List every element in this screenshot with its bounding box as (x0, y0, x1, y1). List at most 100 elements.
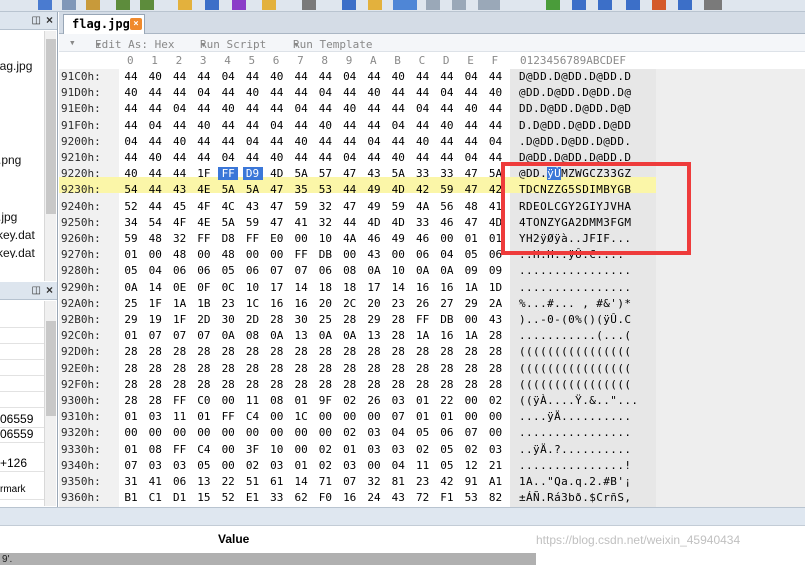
hex-byte[interactable]: 1F (170, 313, 190, 326)
hex-byte[interactable]: 48 (461, 200, 481, 213)
hex-byte[interactable]: 44 (170, 151, 190, 164)
hex-byte[interactable]: 04 (315, 86, 335, 99)
hex-byte[interactable]: 28 (194, 378, 214, 391)
hex-byte[interactable]: 33 (413, 167, 433, 180)
hex-byte[interactable]: A1 (486, 475, 506, 488)
hex-byte[interactable]: 28 (461, 378, 481, 391)
hex-byte[interactable]: 00 (267, 410, 287, 423)
hex-byte[interactable]: 44 (315, 151, 335, 164)
hex-byte[interactable]: 53 (315, 183, 335, 196)
hex-byte[interactable]: 00 (388, 248, 408, 261)
hex-byte[interactable]: 00 (243, 426, 263, 439)
hex-byte[interactable]: 28 (315, 345, 335, 358)
hex-byte[interactable]: 2D (243, 313, 263, 326)
hex-byte[interactable]: C0 (194, 394, 214, 407)
hex-byte[interactable]: 44 (194, 151, 214, 164)
ascii-text[interactable]: 1A.."Qa.q.2.#B'¡ (519, 475, 659, 488)
hex-byte[interactable]: 28 (486, 329, 506, 342)
hex-byte[interactable]: 28 (486, 362, 506, 375)
hex-byte[interactable]: 04 (121, 135, 141, 148)
hex-byte[interactable]: 28 (121, 345, 141, 358)
hex-byte[interactable]: 0E (170, 281, 190, 294)
hex-byte[interactable]: 05 (121, 264, 141, 277)
hex-byte[interactable]: 51 (243, 475, 263, 488)
hex-byte[interactable]: FF (218, 167, 239, 181)
hex-byte[interactable]: 44 (170, 119, 190, 132)
hex-byte[interactable]: 4D (267, 167, 287, 180)
hex-row[interactable]: 92A0h: 25 1F 1A 1B 23 1C 16 16 20 2C 20 23 26 27 29 2A%.… (59, 296, 659, 312)
hex-byte[interactable]: 28 (364, 378, 384, 391)
hex-byte[interactable]: 00 (121, 426, 141, 439)
hex-byte[interactable]: 04 (437, 248, 457, 261)
hex-byte[interactable]: 05 (413, 426, 433, 439)
hex-byte[interactable]: 03 (364, 426, 384, 439)
hex-byte[interactable]: 47 (340, 167, 360, 180)
find-next-icon[interactable] (262, 0, 276, 10)
hex-byte[interactable]: 44 (364, 119, 384, 132)
hex-byte[interactable]: 28 (291, 362, 311, 375)
hex-byte[interactable]: 28 (121, 378, 141, 391)
hex-byte[interactable]: FF (170, 394, 190, 407)
hex-byte[interactable]: 06 (315, 264, 335, 277)
hex-byte[interactable]: 0A (437, 264, 457, 277)
hex-byte[interactable]: 07 (121, 459, 141, 472)
hex-byte[interactable]: 59 (243, 216, 263, 229)
file-list-scrollbar[interactable] (44, 31, 56, 281)
hex-byte[interactable]: 01 (461, 232, 481, 245)
hex-byte[interactable]: 44 (170, 86, 190, 99)
hex-byte[interactable]: 28 (388, 345, 408, 358)
hex-byte[interactable]: 14 (145, 281, 165, 294)
hex-byte[interactable]: 23 (413, 475, 433, 488)
ascii-text[interactable]: ................ (519, 264, 659, 277)
hex-byte[interactable]: 34 (121, 216, 141, 229)
hex-row[interactable]: 91F0h: 44 04 44 40 44 44 04 44 40 44 44 04 44 40 44 44 D.… (59, 118, 659, 134)
hex-byte[interactable]: 02 (243, 459, 263, 472)
hex-byte[interactable]: 0C (218, 281, 238, 294)
undo-icon[interactable] (116, 0, 130, 10)
hex-byte[interactable]: 35 (291, 183, 311, 196)
hex-byte[interactable]: 40 (388, 70, 408, 83)
ascii-text[interactable]: %...#... , #&')* (519, 297, 659, 310)
hex-byte[interactable]: 40 (388, 151, 408, 164)
hex-byte[interactable]: 28 (340, 362, 360, 375)
hex-byte[interactable]: 1F (145, 297, 165, 310)
hex-byte[interactable]: 44 (121, 151, 141, 164)
hex-byte[interactable]: 81 (388, 475, 408, 488)
hex-row[interactable]: 9320h: 00 00 00 00 00 00 00 00 00 02 03 04 05 06 07 00..… (59, 425, 659, 441)
ascii-text[interactable]: (((((((((((((((( (519, 378, 659, 391)
hex-byte[interactable]: 44 (437, 102, 457, 115)
hex-byte[interactable]: 07 (388, 410, 408, 423)
hex-byte[interactable]: 2D (194, 313, 214, 326)
columns-icon[interactable] (452, 0, 466, 10)
hex-byte[interactable]: FF (170, 443, 190, 456)
hex-byte[interactable]: 04 (145, 119, 165, 132)
hex-byte[interactable]: 02 (413, 443, 433, 456)
file-list-item[interactable]: .png (0, 153, 21, 167)
hex-byte[interactable]: 16 (437, 329, 457, 342)
hex-byte[interactable]: 48 (170, 248, 190, 261)
hex-byte[interactable]: 28 (291, 378, 311, 391)
hex-byte[interactable]: 1A (170, 297, 190, 310)
hex-row[interactable]: 9310h: 01 03 11 01 FF C4 00 1C 00 00 00 07 01 01 00 00..… (59, 409, 659, 425)
hex-byte[interactable]: 4E (194, 183, 214, 196)
replace-icon[interactable] (205, 0, 219, 10)
hex-byte[interactable]: 47 (340, 200, 360, 213)
hex-byte[interactable]: 4D (388, 183, 408, 196)
hex-byte[interactable]: 44 (145, 167, 165, 180)
hex-byte[interactable]: 02 (340, 394, 360, 407)
value-column-header[interactable]: Value (218, 532, 249, 546)
inspector-row[interactable]: rmark (0, 484, 44, 500)
hex-byte[interactable]: 59 (437, 183, 457, 196)
ascii-text[interactable]: (((((((((((((((( (519, 362, 659, 375)
hex-byte[interactable]: 40 (145, 70, 165, 83)
hex-byte[interactable]: 46 (413, 232, 433, 245)
hex-byte[interactable]: 5A (388, 167, 408, 180)
hex-byte[interactable]: 47 (461, 183, 481, 196)
hex-byte[interactable]: 00 (461, 394, 481, 407)
hex-byte[interactable]: 11 (170, 410, 190, 423)
hex-byte[interactable]: 04 (413, 102, 433, 115)
hex-byte[interactable]: 27 (437, 297, 457, 310)
tab-flag-jpg[interactable]: flag.jpg × (63, 14, 145, 34)
hex-byte[interactable]: 10 (267, 443, 287, 456)
hex-byte[interactable]: 44 (340, 119, 360, 132)
